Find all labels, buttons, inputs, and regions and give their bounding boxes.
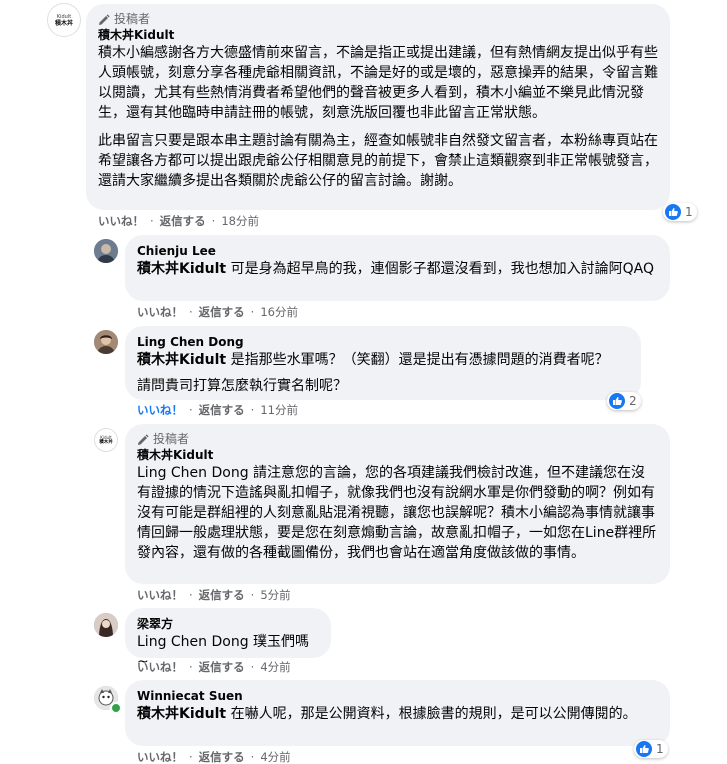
comment-author[interactable]: 梁翠方 (137, 616, 319, 632)
like-button[interactable]: いいね！ (98, 214, 144, 228)
comment-bubble: Winniecat Suen 積木丼Kidult 在嚇人呢，那是公開資料，根據臉… (125, 680, 670, 746)
comment-bubble: 投稿者 積木丼Kidult Ling Chen Dong 請注意您的言論，您的各… (125, 424, 670, 584)
profile-photo (94, 330, 118, 354)
like-reaction-icon (609, 393, 625, 409)
comment-time[interactable]: 16分前 (260, 305, 298, 319)
like-button[interactable]: いいね！ (137, 305, 183, 319)
reply-button[interactable]: 返信する (199, 588, 245, 602)
comment-bubble: Chienju Lee 積木丼Kidult 可是身為超早鳥的我，連個影子都還沒看… (125, 235, 670, 301)
comment-text: 此串留言只要是跟本串主題討論有關為主，經查如帳號非自然發文留言者，本粉絲專頁站在… (98, 133, 658, 189)
like-button[interactable]: いいね！ (137, 750, 183, 764)
avatar[interactable] (94, 613, 118, 637)
avatar[interactable] (94, 239, 118, 263)
comment-time[interactable]: 18分前 (221, 214, 259, 228)
separator: · (250, 305, 255, 319)
reply-button[interactable]: 返信する (199, 305, 245, 319)
mention-link[interactable]: 積木丼Kidult (137, 706, 226, 722)
online-status-icon (110, 702, 122, 714)
profile-photo (94, 613, 118, 637)
mention-link[interactable]: Ling Chen Dong (137, 634, 249, 650)
author-badge: 投稿者 (137, 432, 658, 447)
separator: · (250, 588, 255, 602)
mention-link[interactable]: 積木丼Kidult (137, 261, 226, 277)
comment-time[interactable]: 11分前 (260, 403, 298, 417)
avatar[interactable] (94, 330, 118, 354)
comment-actions: いいね！ · 返信する · 4分前 (137, 660, 291, 674)
like-reaction-icon (665, 204, 681, 220)
reply-button[interactable]: 返信する (199, 750, 245, 764)
separator: · (189, 305, 193, 319)
pen-icon (138, 433, 149, 445)
author-badge-label: 投稿者 (114, 12, 151, 26)
comment-bubble: 梁翠方 Ling Chen Dong 璞玉們嗎~ (125, 608, 331, 670)
reply-button[interactable]: 返信する (199, 403, 245, 417)
comment-actions: いいね！ · 返信する · 5分前 (137, 588, 291, 602)
comment-actions: いいね！ · 返信する · 18分前 (98, 214, 259, 228)
like-button[interactable]: いいね！ (137, 403, 183, 417)
comment-actions: いいね！ · 返信する · 16分前 (137, 305, 298, 319)
separator: · (189, 660, 193, 674)
separator: · (189, 588, 193, 602)
comment-author[interactable]: Chienju Lee (137, 243, 658, 259)
reply-button[interactable]: 返信する (160, 214, 206, 228)
comment-text: Ling Chen Dong 請注意您的言論，您的各項建議我們檢討改進，但不建議… (137, 465, 657, 561)
pen-icon (99, 13, 110, 25)
comment-time[interactable]: 5分前 (260, 588, 290, 602)
separator: · (211, 214, 216, 228)
comment-body: 可是身為超早鳥的我，連個影子都還沒看到，我也想加入討論阿QAQ (226, 261, 654, 277)
comment-time[interactable]: 4分前 (260, 660, 290, 674)
comment-text: 積木丼Kidult 可是身為超早鳥的我，連個影子都還沒看到，我也想加入討論阿QA… (137, 259, 658, 279)
comment-author[interactable]: 積木丼Kidult (137, 447, 658, 463)
comment-author[interactable]: Ling Chen Dong (137, 334, 629, 350)
separator: · (150, 214, 154, 228)
like-button[interactable]: いいね！ (137, 660, 183, 674)
comment-body: 在嚇人呢，那是公開資料，根據臉書的規則，是可以公開傳閱的。 (226, 706, 637, 722)
comment-actions: いいね！ · 返信する · 11分前 (137, 403, 298, 417)
reaction-count-label: 1 (685, 205, 693, 219)
separator: · (189, 403, 193, 417)
reaction-count[interactable]: 2 (607, 392, 641, 410)
separator: · (250, 750, 255, 764)
comment-text: 請問貴司打算怎麼執行實名制呢？ (137, 378, 347, 394)
author-badge: 投稿者 (98, 12, 658, 27)
like-reaction-icon (636, 741, 652, 757)
separator: · (250, 660, 255, 674)
avatar[interactable]: Kidult 積木丼 (47, 3, 81, 37)
comment-author[interactable]: 積木丼Kidult (98, 27, 658, 43)
like-button[interactable]: いいね！ (137, 588, 183, 602)
comment-body: 是指那些水軍嗎？（笑翻）還是提出有憑據問題的消費者呢？ (226, 352, 609, 368)
reaction-count[interactable]: 1 (663, 203, 697, 221)
comment-bubble: Ling Chen Dong 積木丼Kidult 是指那些水軍嗎？（笑翻）還是提… (125, 326, 641, 400)
separator: · (189, 750, 193, 764)
reaction-count[interactable]: 1 (634, 740, 668, 758)
reply-button[interactable]: 返信する (199, 660, 245, 674)
comment-time[interactable]: 4分前 (260, 750, 290, 764)
comment-bubble: 投稿者 積木丼Kidult 積木小編感謝各方大德盛情前來留言，不論是指正或提出建… (86, 4, 670, 210)
avatar[interactable]: Kidult 積木丼 (94, 428, 118, 452)
author-badge-label: 投稿者 (153, 432, 190, 446)
separator: · (250, 403, 255, 417)
logo-text: 積木丼 (99, 440, 113, 445)
comment-text: 積木丼Kidult 是指那些水軍嗎？（笑翻）還是提出有憑據問題的消費者呢？ (137, 350, 629, 370)
reaction-count-label: 2 (629, 394, 637, 408)
logo-text: 積木丼 (54, 19, 73, 27)
comment-text: 積木丼Kidult 在嚇人呢，那是公開資料，根據臉書的規則，是可以公開傳閱的。 (137, 704, 658, 724)
mention-link[interactable]: 積木丼Kidult (137, 352, 226, 368)
comment-actions: いいね！ · 返信する · 4分前 (137, 750, 291, 764)
profile-photo (94, 239, 118, 263)
comment-author[interactable]: Winniecat Suen (137, 688, 658, 704)
reaction-count-label: 1 (656, 742, 664, 756)
comment-text: 積木小編感謝各方大德盛情前來留言，不論是指正或提出建議，但有熱情網友提出似乎有些… (98, 45, 658, 121)
